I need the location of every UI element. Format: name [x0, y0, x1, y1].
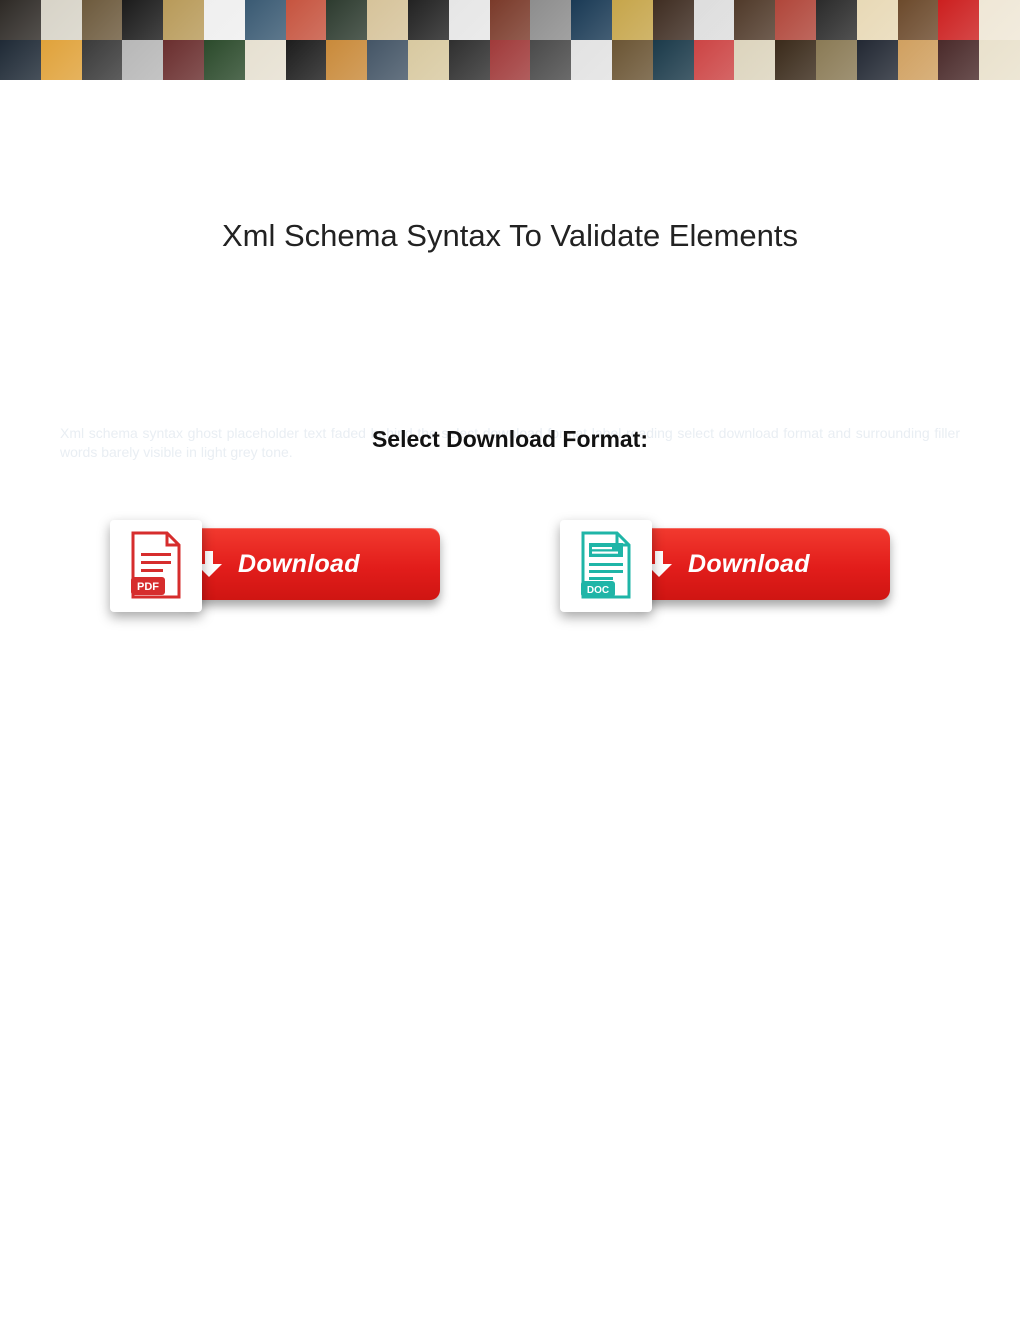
banner-tile	[612, 40, 653, 80]
banner-tile	[734, 40, 775, 80]
banner-tile	[612, 0, 653, 40]
banner-tile	[694, 40, 735, 80]
banner-tile	[775, 0, 816, 40]
download-doc-label: Download	[688, 550, 810, 579]
pdf-file-icon: PDF	[110, 520, 202, 612]
banner-tile	[41, 0, 82, 40]
banner-tile	[571, 0, 612, 40]
download-doc-unit: Download DOC	[560, 518, 910, 618]
select-download-format-label: Select Download Format:	[0, 426, 1020, 453]
banner-tile	[816, 0, 857, 40]
banner-tile	[286, 0, 327, 40]
doc-file-icon: DOC	[560, 520, 652, 612]
banner-tile	[694, 0, 735, 40]
banner-tile	[449, 0, 490, 40]
banner-tile	[0, 40, 41, 80]
banner-tile	[653, 0, 694, 40]
banner-tile	[938, 0, 979, 40]
download-pdf-unit: Download PDF	[110, 518, 460, 618]
banner-tile	[938, 40, 979, 80]
banner-tile	[122, 0, 163, 40]
doc-badge-text: DOC	[587, 585, 609, 596]
banner-tile	[163, 40, 204, 80]
banner-tile	[367, 40, 408, 80]
download-doc-button[interactable]: Download	[630, 528, 890, 600]
header-collage-banner	[0, 0, 1020, 80]
download-pdf-label: Download	[238, 550, 360, 579]
download-pdf-button[interactable]: Download	[180, 528, 440, 600]
banner-tile	[122, 40, 163, 80]
banner-tile	[979, 0, 1020, 40]
banner-tile	[490, 0, 531, 40]
banner-tile	[82, 0, 123, 40]
banner-tile	[286, 40, 327, 80]
banner-tile	[898, 40, 939, 80]
banner-tile	[979, 40, 1020, 80]
banner-tile	[41, 40, 82, 80]
banner-tile	[163, 0, 204, 40]
banner-tile	[204, 40, 245, 80]
page-title: Xml Schema Syntax To Validate Elements	[0, 218, 1020, 254]
banner-tile	[245, 40, 286, 80]
banner-tile	[82, 40, 123, 80]
banner-tile	[898, 0, 939, 40]
banner-tile	[326, 40, 367, 80]
banner-tile	[490, 40, 531, 80]
banner-tile	[326, 0, 367, 40]
banner-tile	[245, 0, 286, 40]
banner-tile	[734, 0, 775, 40]
download-buttons-row: Download PDF Download	[0, 518, 1020, 618]
banner-tile	[0, 0, 41, 40]
banner-tile	[530, 0, 571, 40]
banner-tile	[571, 40, 612, 80]
banner-tile	[816, 40, 857, 80]
banner-tile	[653, 40, 694, 80]
banner-tile	[775, 40, 816, 80]
banner-tile	[408, 0, 449, 40]
banner-tile	[530, 40, 571, 80]
banner-tile	[857, 0, 898, 40]
banner-tile	[857, 40, 898, 80]
banner-tile	[449, 40, 490, 80]
banner-tile	[367, 0, 408, 40]
pdf-badge-text: PDF	[137, 581, 159, 593]
banner-tile	[408, 40, 449, 80]
banner-tile	[204, 0, 245, 40]
